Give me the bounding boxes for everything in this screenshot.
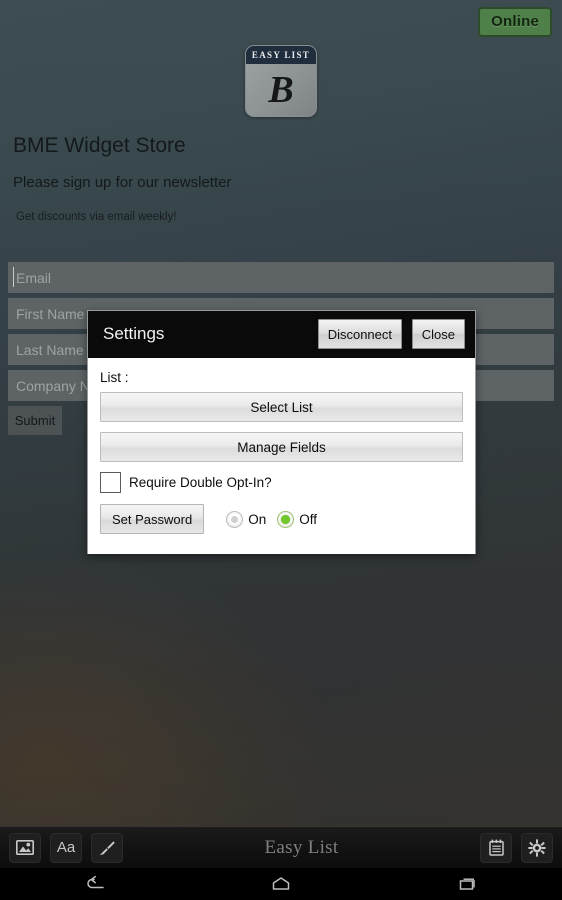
password-on-radio[interactable] (226, 510, 244, 528)
dialog-body: List : Select List Manage Fields Require… (88, 358, 475, 554)
select-list-button[interactable]: Select List (100, 392, 463, 422)
back-icon[interactable] (64, 868, 124, 900)
status-badge: Online (478, 7, 552, 37)
password-on-label: On (248, 511, 267, 527)
brush-icon[interactable] (91, 832, 123, 863)
toolbar-right-group (480, 832, 562, 863)
manage-fields-button[interactable]: Manage Fields (100, 432, 463, 462)
dialog-title: Settings (103, 324, 165, 343)
notepad-icon[interactable] (480, 832, 512, 863)
newsletter-subtitle: Please sign up for our newsletter (13, 174, 232, 191)
image-icon[interactable] (9, 832, 41, 863)
list-label: List : (100, 370, 129, 385)
home-icon[interactable] (251, 868, 311, 900)
page-title: BME Widget Store (13, 134, 186, 157)
set-password-button[interactable]: Set Password (100, 504, 205, 534)
password-row: Set Password On Off (100, 504, 463, 534)
double-optin-label: Require Double Opt-In? (129, 475, 272, 490)
double-optin-checkbox[interactable] (100, 472, 121, 493)
android-navbar (0, 868, 562, 900)
logo-letter-b: B (246, 64, 316, 116)
android-app-window: Online EASY LIST B BME Widget Store Plea… (0, 0, 562, 900)
easy-list-logo: EASY LIST B (245, 45, 317, 117)
submit-button[interactable]: Submit (8, 406, 62, 435)
double-optin-row: Require Double Opt-In? (100, 472, 463, 493)
settings-dialog: Settings Disconnect Close List : Select … (87, 310, 476, 554)
toolbar-title: Easy List (264, 836, 339, 858)
text-caret (13, 267, 14, 287)
dialog-titlebar: Settings Disconnect Close (88, 311, 475, 358)
password-off-label: Off (299, 511, 317, 527)
text-format-glyph: Aa (56, 839, 76, 856)
password-off-radio[interactable] (277, 510, 295, 528)
logo-band-text: EASY LIST (246, 46, 316, 64)
disconnect-button[interactable]: Disconnect (317, 319, 402, 349)
email-field[interactable] (8, 262, 554, 293)
recents-icon[interactable] (438, 868, 498, 900)
app-toolbar: Aa Easy List (0, 826, 562, 868)
text-format-icon[interactable]: Aa (50, 832, 82, 863)
gear-icon[interactable] (521, 832, 553, 863)
close-button[interactable]: Close (411, 319, 465, 349)
password-toggle-group: On Off (226, 510, 323, 528)
discount-note: Get discounts via email weekly! (16, 211, 177, 223)
